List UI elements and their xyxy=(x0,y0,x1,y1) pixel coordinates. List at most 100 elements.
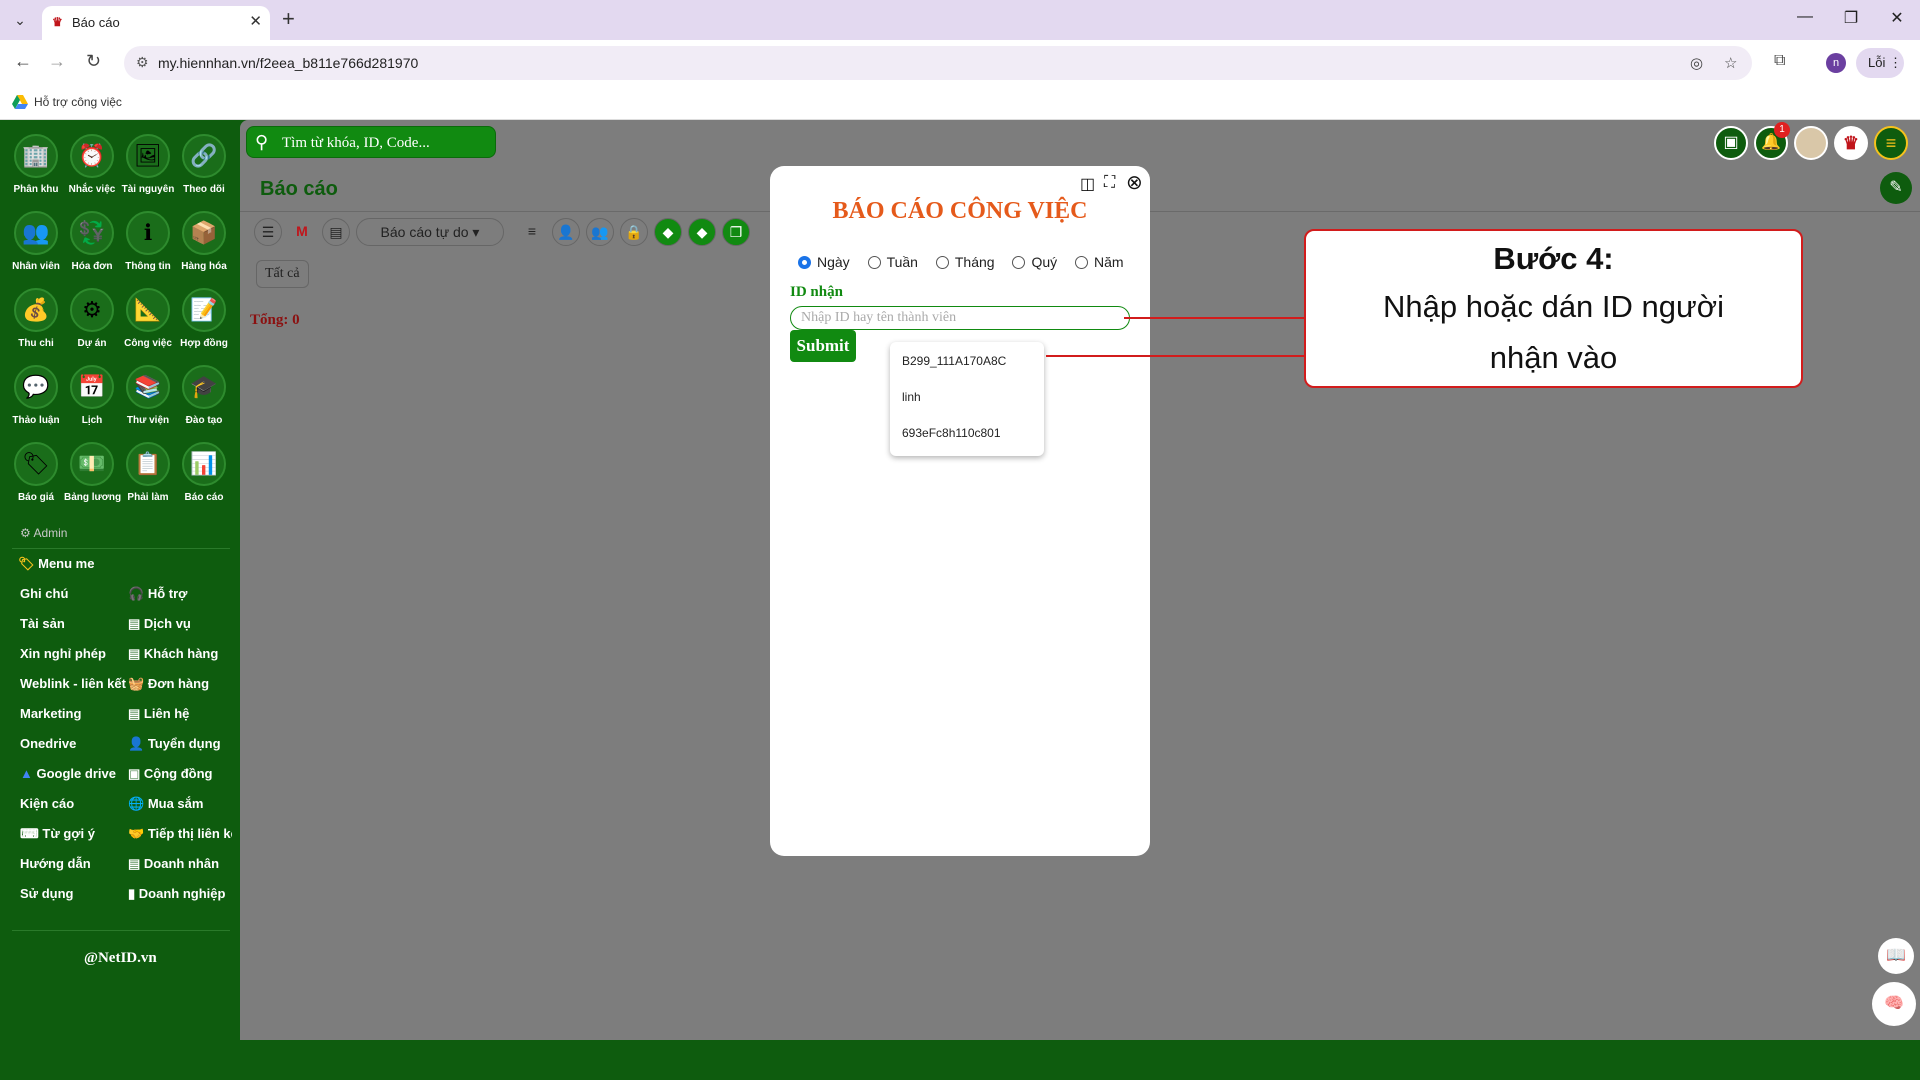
reload-icon[interactable]: ↻ xyxy=(86,51,101,72)
id-input[interactable]: Nhập ID hay tên thành viên xyxy=(790,306,1130,330)
radio[interactable] xyxy=(1012,256,1026,269)
app-hop-dong[interactable]: 📝 Hợp đồng xyxy=(176,288,232,362)
brain-icon[interactable]: 🧠 xyxy=(1872,982,1916,1026)
hamburger-menu-icon[interactable]: ≡ xyxy=(1874,126,1908,160)
app-phan-khu[interactable]: 🏢 Phân khu xyxy=(8,134,64,208)
back-icon[interactable]: ← xyxy=(14,51,32,72)
tracking-off-icon[interactable]: ◎ xyxy=(1690,54,1703,72)
site-info-icon[interactable]: ⚙ xyxy=(136,54,149,71)
radio[interactable] xyxy=(867,256,881,269)
report-type-select[interactable]: Báo cáo tự do ▾ xyxy=(356,218,504,246)
close-window-icon[interactable]: ✕ xyxy=(1882,8,1912,28)
app-thong-tin[interactable]: ℹ Thông tin xyxy=(120,211,176,285)
menu-cong-dong[interactable]: ▣ Cộng đồng xyxy=(128,766,213,782)
extensions-icon[interactable]: ⧉ xyxy=(1774,52,1785,70)
app-nhan-vien[interactable]: 👥 Nhân viên xyxy=(8,211,64,285)
list-icon[interactable]: ≡ xyxy=(518,218,546,246)
radio[interactable] xyxy=(935,256,949,269)
app-lich[interactable]: 📅 Lịch xyxy=(64,365,120,439)
fullscreen-icon[interactable]: ⛶ xyxy=(1104,174,1115,192)
tag-green-icon[interactable]: ◆ xyxy=(654,218,682,246)
menu-kien-cao[interactable]: Kiện cáo xyxy=(20,796,74,811)
filter-icon[interactable]: ☰ xyxy=(254,218,282,246)
bookmark-star-icon[interactable]: ☆ xyxy=(1724,54,1737,72)
suggestion-item[interactable]: B299_111A170A8C xyxy=(902,354,1006,368)
restore-icon[interactable]: ❐ xyxy=(1836,8,1866,28)
suggestion-item[interactable]: linh xyxy=(902,390,921,404)
menu-huong-dan[interactable]: Hướng dẫn xyxy=(20,856,91,871)
menu-ho-tro[interactable]: 🎧 Hỗ trợ xyxy=(128,586,187,602)
menu-me-header[interactable]: 🏷 Menu me xyxy=(18,556,94,572)
period-quarter[interactable]: Quý xyxy=(1008,254,1057,270)
new-tab-icon[interactable]: + xyxy=(282,6,295,32)
tags-icon[interactable]: ◆ xyxy=(688,218,716,246)
app-dao-tao[interactable]: 🎓 Đào tạo xyxy=(176,365,232,439)
app-cong-viec[interactable]: 📐 Công việc xyxy=(120,288,176,362)
period-week[interactable]: Tuần xyxy=(864,254,918,270)
app-bao-cao[interactable]: 📊 Báo cáo xyxy=(176,442,232,516)
menu-su-dung[interactable]: Sử dụng xyxy=(20,886,73,901)
forward-icon[interactable]: → xyxy=(48,51,66,72)
radio[interactable] xyxy=(1075,256,1089,269)
browser-tab[interactable]: ♛ Báo cáo ✕ xyxy=(42,6,270,40)
menu-tiep-thi[interactable]: 🤝 Tiếp thị liên kế xyxy=(128,826,232,842)
app-du-an[interactable]: ⚙ Dự án xyxy=(64,288,120,362)
tab-list-icon[interactable]: ⌄ xyxy=(8,8,32,32)
add-folder-icon[interactable]: ▤ xyxy=(322,218,350,246)
store-icon[interactable]: ▣ xyxy=(1714,126,1748,160)
minimize-icon[interactable]: — xyxy=(1790,8,1820,26)
sidebar-footer[interactable]: @NetID.vn xyxy=(84,950,157,967)
menu-don-hang[interactable]: 🧺 Đơn hàng xyxy=(128,676,209,692)
brand-logo-icon[interactable]: ♛ xyxy=(1834,126,1868,160)
error-button[interactable]: Lỗi ⋮ xyxy=(1856,48,1904,78)
tab-close-icon[interactable]: ✕ xyxy=(249,12,262,30)
user-avatar[interactable] xyxy=(1794,126,1828,160)
search-box[interactable]: ⚲ Tìm từ khóa, ID, Code... xyxy=(246,126,496,158)
menu-khach-hang[interactable]: ▤ Khách hàng xyxy=(128,646,218,662)
menu-google-drive[interactable]: ▲ Google drive xyxy=(20,766,116,781)
menu-ghi-chu[interactable]: Ghi chú xyxy=(20,586,68,601)
user-add-icon[interactable]: 👥 xyxy=(586,218,614,246)
submit-button[interactable]: Submit xyxy=(790,330,856,362)
lock-icon[interactable]: 🔒 xyxy=(620,218,648,246)
menu-marketing[interactable]: Marketing xyxy=(20,706,81,721)
book-icon[interactable]: 📖 xyxy=(1878,938,1914,974)
app-bang-luong[interactable]: 💵 Bảng lương xyxy=(64,442,121,516)
menu-onedrive[interactable]: Onedrive xyxy=(20,736,76,751)
menu-xin-nghi-phep[interactable]: Xin nghỉ phép xyxy=(20,646,106,661)
suggestion-item[interactable]: 693eFc8h110c801 xyxy=(902,426,1001,440)
app-hoa-don[interactable]: 💱 Hóa đơn xyxy=(64,211,120,285)
gmail-icon[interactable]: M xyxy=(288,218,316,246)
menu-dich-vu[interactable]: ▤ Dịch vụ xyxy=(128,616,191,632)
split-view-icon[interactable]: ◫ xyxy=(1080,174,1095,194)
period-year[interactable]: Năm xyxy=(1071,254,1124,270)
app-hang-hoa[interactable]: 📦 Hàng hóa xyxy=(176,211,232,285)
app-nhac-viec[interactable]: ⏰ Nhắc việc xyxy=(64,134,120,208)
menu-tu-goi-y[interactable]: ⌨ Từ gợi ý xyxy=(20,826,95,842)
profile-avatar[interactable]: n xyxy=(1826,53,1846,73)
app-bao-gia[interactable]: 🏷 Báo giá xyxy=(8,442,64,516)
admin-link[interactable]: ⚙ Admin xyxy=(20,526,67,540)
period-month[interactable]: Tháng xyxy=(932,254,995,270)
bookmark-support[interactable]: Hỗ trợ công việc xyxy=(34,95,122,109)
menu-doanh-nghiep[interactable]: ▮ Doanh nghiệp xyxy=(128,886,225,902)
period-day[interactable]: Ngày xyxy=(794,254,850,270)
app-thu-chi[interactable]: 💰 Thu chi xyxy=(8,288,64,362)
menu-tai-san[interactable]: Tài sản xyxy=(20,616,65,631)
copy-icon[interactable]: ❐ xyxy=(722,218,750,246)
close-icon[interactable]: ⊗ xyxy=(1126,170,1143,195)
menu-tuyen-dung[interactable]: 👤 Tuyển dụng xyxy=(128,736,221,752)
edit-icon[interactable]: ✎ xyxy=(1880,172,1912,204)
menu-mua-sam[interactable]: 🌐 Mua sắm xyxy=(128,796,203,812)
user-settings-icon[interactable]: 👤 xyxy=(552,218,580,246)
url-field[interactable]: ⚙ my.hiennhan.vn/f2eea_b811e766d281970 ◎… xyxy=(124,46,1752,80)
menu-lien-he[interactable]: ▤ Liên hệ xyxy=(128,706,189,722)
app-phai-lam[interactable]: 📋 Phải làm xyxy=(120,442,176,516)
app-thao-luan[interactable]: 💬 Thảo luận xyxy=(8,365,64,439)
app-tai-nguyen[interactable]: 🖼 Tài nguyên xyxy=(120,134,176,208)
app-thu-vien[interactable]: 📚 Thư viện xyxy=(120,365,176,439)
menu-weblink[interactable]: Weblink - liên kết xyxy=(20,676,126,691)
filter-all-button[interactable]: Tất cả xyxy=(256,260,309,288)
menu-doanh-nhan[interactable]: ▤ Doanh nhân xyxy=(128,856,219,872)
radio-checked[interactable] xyxy=(798,256,811,269)
